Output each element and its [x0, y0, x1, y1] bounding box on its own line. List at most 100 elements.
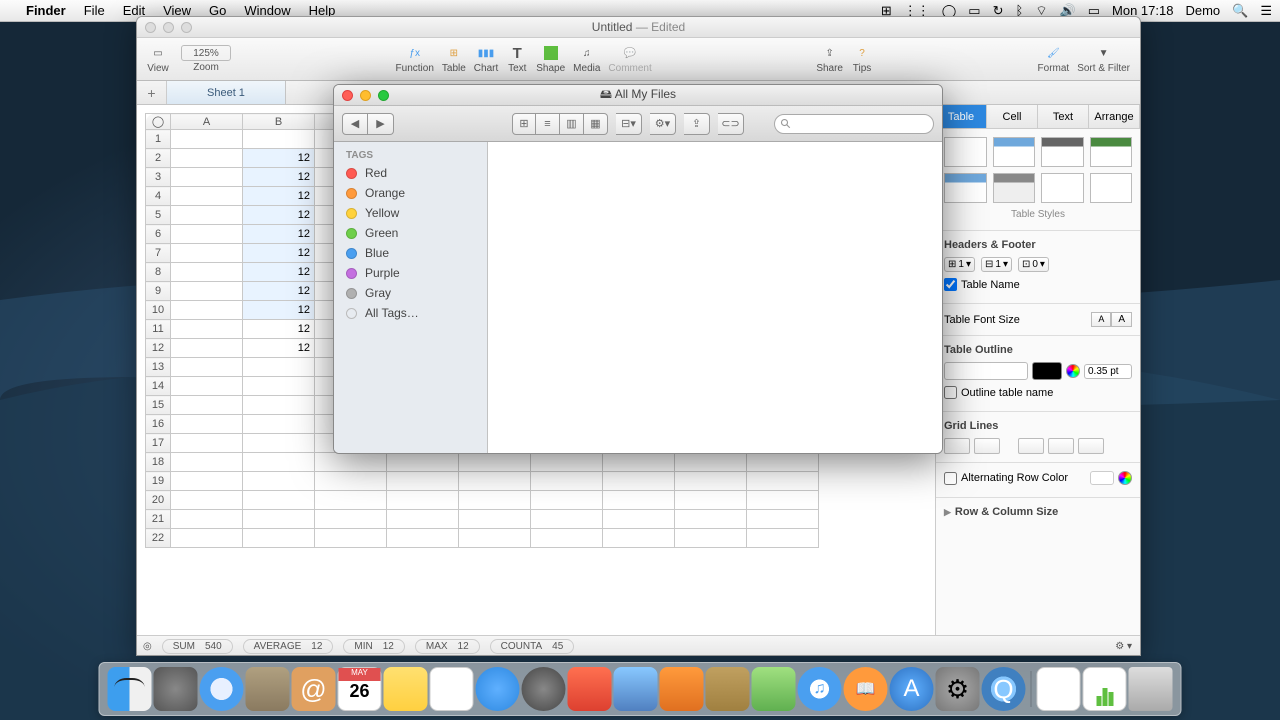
row-header[interactable]: 2: [146, 149, 171, 168]
icon-view-button[interactable]: ⊞: [512, 113, 536, 135]
toolbar-tips[interactable]: ?Tips: [851, 44, 873, 74]
cell[interactable]: [459, 453, 531, 472]
dock-sysprefs-icon[interactable]: ⚙: [936, 667, 980, 711]
row-header[interactable]: 20: [146, 491, 171, 510]
inspector-tab-text[interactable]: Text: [1038, 105, 1089, 128]
cell[interactable]: [171, 358, 243, 377]
dock-preview-icon[interactable]: [246, 667, 290, 711]
cell[interactable]: [171, 529, 243, 548]
cell[interactable]: [171, 301, 243, 320]
cell[interactable]: [171, 130, 243, 149]
cell[interactable]: [243, 472, 315, 491]
cell[interactable]: 12: [243, 339, 315, 358]
cell[interactable]: [243, 434, 315, 453]
coverflow-view-button[interactable]: ▦: [584, 113, 608, 135]
row-header[interactable]: 5: [146, 206, 171, 225]
cell[interactable]: [243, 529, 315, 548]
row-header[interactable]: 4: [146, 187, 171, 206]
forward-button[interactable]: ▶: [368, 113, 394, 135]
cell[interactable]: [171, 434, 243, 453]
font-larger-button[interactable]: A: [1111, 312, 1132, 327]
cell[interactable]: [171, 472, 243, 491]
cell[interactable]: [243, 396, 315, 415]
cell[interactable]: [315, 472, 387, 491]
cell[interactable]: [243, 377, 315, 396]
cell[interactable]: [675, 510, 747, 529]
dock-itunes-icon[interactable]: ♫: [798, 667, 842, 711]
cell[interactable]: 12: [243, 301, 315, 320]
sidebar-tag-item[interactable]: Blue: [334, 243, 487, 263]
row-header[interactable]: 10: [146, 301, 171, 320]
table-style-3[interactable]: [1041, 137, 1084, 167]
cell[interactable]: 12: [243, 225, 315, 244]
share-button[interactable]: ⇪: [684, 113, 710, 135]
app-menu[interactable]: Finder: [26, 3, 66, 18]
toolbar-text[interactable]: TText: [506, 44, 528, 74]
cell[interactable]: [603, 491, 675, 510]
dock-facetime-icon[interactable]: [522, 667, 566, 711]
row-header[interactable]: 18: [146, 453, 171, 472]
outline-color-picker[interactable]: [1066, 364, 1080, 378]
cell[interactable]: [171, 168, 243, 187]
cell[interactable]: [531, 472, 603, 491]
sidebar-tag-item[interactable]: Orange: [334, 183, 487, 203]
row-header[interactable]: 7: [146, 244, 171, 263]
cell[interactable]: [243, 415, 315, 434]
column-header[interactable]: B: [243, 114, 315, 130]
column-header[interactable]: A: [171, 114, 243, 130]
numbers-titlebar[interactable]: Untitled — Edited: [137, 17, 1140, 38]
cell[interactable]: [243, 358, 315, 377]
status-gear-icon[interactable]: ⚙ ▾: [1115, 641, 1132, 652]
dock-keynote-icon[interactable]: [706, 667, 750, 711]
toolbar-sortfilter[interactable]: ▼Sort & Filter: [1077, 44, 1130, 74]
row-header[interactable]: 9: [146, 282, 171, 301]
cell[interactable]: 12: [243, 244, 315, 263]
cell[interactable]: 12: [243, 320, 315, 339]
status-circle-icon[interactable]: ◎: [143, 641, 152, 652]
cell[interactable]: [675, 529, 747, 548]
cell[interactable]: [243, 130, 315, 149]
sidebar-tag-item[interactable]: Yellow: [334, 203, 487, 223]
inspector-tab-table[interactable]: Table: [936, 105, 987, 128]
table-style-4[interactable]: [1090, 137, 1133, 167]
row-header[interactable]: 22: [146, 529, 171, 548]
inspector-tab-arrange[interactable]: Arrange: [1089, 105, 1140, 128]
cell[interactable]: [171, 377, 243, 396]
cell[interactable]: [675, 491, 747, 510]
dock-safari-icon[interactable]: [200, 667, 244, 711]
cell[interactable]: [603, 472, 675, 491]
dock-launchpad-icon[interactable]: [154, 667, 198, 711]
dock-ibooks-icon[interactable]: 📖: [844, 667, 888, 711]
cell[interactable]: [747, 491, 819, 510]
action-button[interactable]: ⚙▾: [650, 113, 676, 135]
cell[interactable]: [171, 149, 243, 168]
toolbar-share[interactable]: ⇪Share: [816, 44, 843, 74]
cell[interactable]: [171, 453, 243, 472]
grid-btn-3[interactable]: [1018, 438, 1044, 454]
minimize-button[interactable]: [360, 90, 371, 101]
alternating-row-checkbox[interactable]: [944, 472, 957, 485]
dock-messages-icon[interactable]: [476, 667, 520, 711]
dock-calendar-icon[interactable]: MAY26: [338, 667, 382, 711]
row-header[interactable]: 16: [146, 415, 171, 434]
notification-icon[interactable]: ☰: [1260, 3, 1272, 19]
cell[interactable]: [387, 529, 459, 548]
select-all-corner[interactable]: ◯: [146, 114, 171, 130]
spotlight-icon[interactable]: 🔍: [1232, 3, 1248, 19]
row-column-size-disclosure[interactable]: ▶Row & Column Size: [944, 506, 1132, 518]
close-button[interactable]: [342, 90, 353, 101]
cell[interactable]: [603, 529, 675, 548]
table-style-7[interactable]: [1041, 173, 1084, 203]
cell[interactable]: [171, 206, 243, 225]
header-cols-stepper[interactable]: ⊟ 1 ▾: [981, 257, 1012, 272]
outline-width-input[interactable]: [1084, 364, 1132, 379]
outline-color-well[interactable]: [1032, 362, 1062, 380]
zoom-button[interactable]: [378, 90, 389, 101]
grid-btn-1[interactable]: [944, 438, 970, 454]
toolbar-format[interactable]: 🖌Format: [1038, 44, 1070, 74]
add-sheet-button[interactable]: +: [137, 81, 167, 104]
cell[interactable]: [603, 453, 675, 472]
cell[interactable]: [387, 472, 459, 491]
finder-search-input[interactable]: [774, 114, 934, 134]
cell[interactable]: [531, 453, 603, 472]
